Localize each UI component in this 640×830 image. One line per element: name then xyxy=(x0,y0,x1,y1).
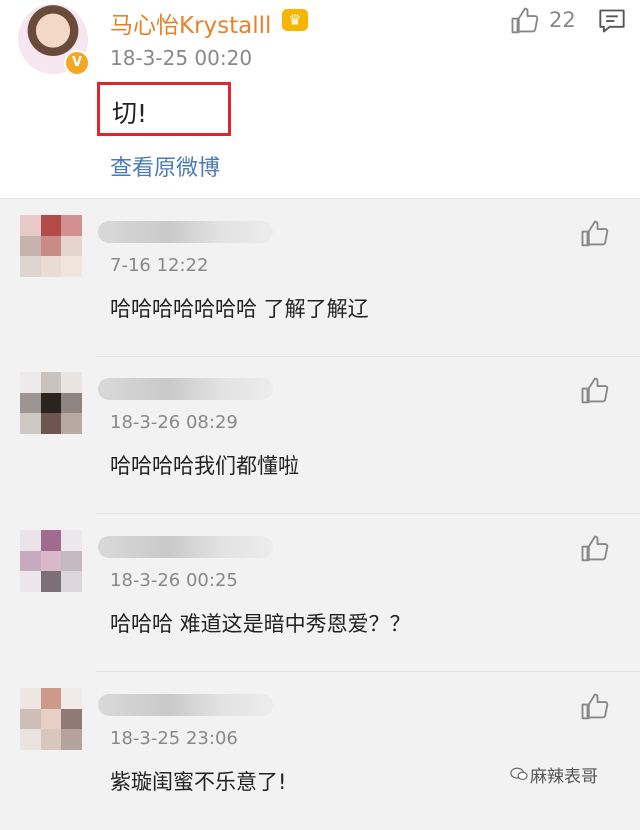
comment-time: 18-3-25 23:06 xyxy=(110,728,238,749)
post-time: 18-3-25 00:20 xyxy=(110,46,253,70)
comment-time: 18-3-26 08:29 xyxy=(110,412,238,433)
watermark-text: 麻辣表哥 xyxy=(530,767,598,787)
username[interactable]: 马心怡Krystalll xyxy=(110,6,271,40)
thumbs-up-icon[interactable] xyxy=(580,376,610,406)
view-original-link[interactable]: 查看原微博 xyxy=(110,150,220,182)
post-card: V 马心怡Krystalll ♛ 18-3-25 00:20 22 切! 查看原… xyxy=(0,0,640,198)
commenter-avatar[interactable] xyxy=(20,530,82,592)
comment-text: 紫璇闺蜜不乐意了! xyxy=(110,770,287,794)
post-content: 切! xyxy=(112,99,148,128)
commenter-avatar[interactable] xyxy=(20,215,82,277)
comment-item: 7-16 12:22 哈哈哈哈哈哈哈 了解了解辽 xyxy=(0,199,640,357)
thumbs-up-icon[interactable] xyxy=(580,692,610,722)
comment-item: 18-3-26 08:29 哈哈哈哈我们都懂啦 xyxy=(0,356,640,514)
commenter-name-blurred[interactable] xyxy=(98,694,273,716)
commenter-name-blurred[interactable] xyxy=(98,536,273,558)
verified-badge-icon: V xyxy=(64,50,90,76)
comment-text: 哈哈哈哈哈哈哈 了解了解辽 xyxy=(110,297,369,321)
commenter-avatar[interactable] xyxy=(20,372,82,434)
comment-item: 18-3-25 23:06 紫璇闺蜜不乐意了! xyxy=(0,672,640,830)
comment-text: 哈哈哈哈我们都懂啦 xyxy=(110,454,299,478)
comment-icon[interactable] xyxy=(598,8,626,34)
commenter-avatar[interactable] xyxy=(20,688,82,750)
thumbs-up-icon[interactable] xyxy=(580,534,610,564)
thumbs-up-icon[interactable] xyxy=(510,6,540,36)
comment-item: 18-3-26 00:25 哈哈哈 难道这是暗中秀恩爱？？ xyxy=(0,514,640,672)
wechat-icon xyxy=(510,767,528,780)
comment-time: 18-3-26 00:25 xyxy=(110,570,238,591)
crown-icon: ♛ xyxy=(282,9,308,31)
commenter-name-blurred[interactable] xyxy=(98,378,273,400)
like-count: 22 xyxy=(549,8,576,32)
comment-time: 7-16 12:22 xyxy=(110,255,209,276)
thumbs-up-icon[interactable] xyxy=(580,219,610,249)
highlighted-content-box: 切! xyxy=(97,82,231,136)
comment-text: 哈哈哈 难道这是暗中秀恩爱？？ xyxy=(110,612,411,636)
commenter-name-blurred[interactable] xyxy=(98,221,273,243)
